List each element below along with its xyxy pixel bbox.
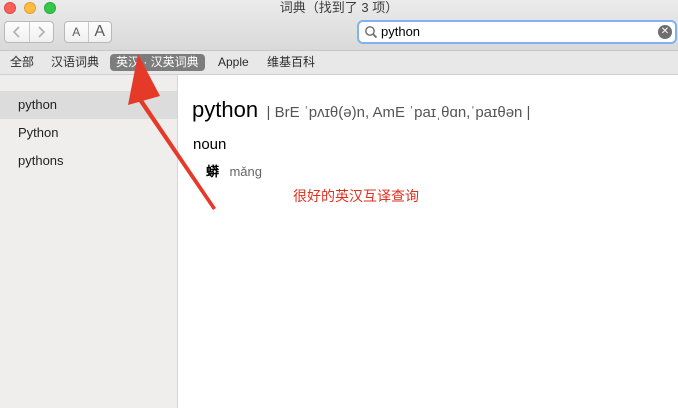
clear-icon[interactable]: ✕ [658, 25, 672, 39]
pronunciation: | BrE ˈpʌɪθ(ə)n, AmE ˈpaɪˌθɑn,ˈpaɪθən | [266, 104, 531, 121]
toolbar: 词典（找到了 3 项） A A ✕ [0, 0, 678, 51]
scope-wikipedia[interactable]: 维基百科 [265, 54, 317, 71]
sense: 蟒 mǎng [206, 161, 262, 181]
scope-all[interactable]: 全部 [8, 54, 36, 71]
sense-chinese: 蟒 [206, 164, 220, 179]
headword-line: python | BrE ˈpʌɪθ(ə)n, AmE ˈpaɪˌθɑn,ˈpa… [192, 97, 530, 123]
headword: python [192, 97, 259, 122]
sidebar-item-pythons[interactable]: pythons [0, 147, 177, 175]
dictionary-window: 词典（找到了 3 项） A A ✕ [0, 0, 678, 408]
back-button[interactable] [5, 22, 29, 42]
chevron-right-icon [38, 26, 46, 38]
increase-font-button[interactable]: A [87, 22, 112, 42]
sidebar-item-python-capitalized[interactable]: Python [0, 119, 177, 147]
window-title: 词典（找到了 3 项） [279, 0, 399, 15]
part-of-speech: noun [193, 136, 227, 153]
font-size-buttons: A A [64, 21, 112, 43]
search-field[interactable]: ✕ [357, 20, 677, 44]
entry-content: python | BrE ˈpʌɪθ(ə)n, AmE ˈpaɪˌθɑn,ˈpa… [178, 75, 678, 408]
sense-pinyin: mǎng [229, 164, 262, 179]
forward-button[interactable] [28, 22, 54, 42]
scope-bar: 全部 汉语词典 英汉 · 汉英词典 Apple 维基百科 [0, 51, 678, 75]
scope-english-chinese-dictionary[interactable]: 英汉 · 汉英词典 [110, 54, 205, 71]
annotation-text: 很好的英汉互译查询 [293, 188, 419, 204]
results-sidebar: python Python pythons [0, 75, 178, 408]
navigation-buttons [4, 21, 54, 43]
chevron-left-icon [12, 26, 20, 38]
scope-chinese-dictionary[interactable]: 汉语词典 [49, 54, 101, 71]
search-icon [365, 26, 378, 39]
sidebar-item-python[interactable]: python [0, 91, 177, 119]
search-input[interactable] [381, 22, 651, 42]
scope-apple[interactable]: Apple [216, 54, 251, 71]
decrease-font-button[interactable]: A [65, 22, 88, 42]
